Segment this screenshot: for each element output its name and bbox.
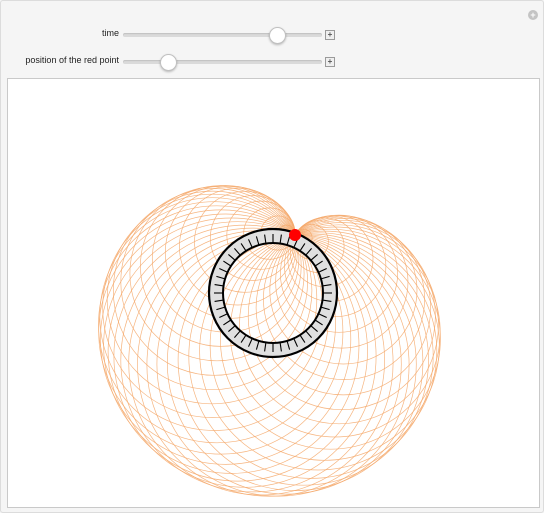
position-slider-track[interactable] [123, 60, 322, 64]
time-slider-track[interactable] [123, 33, 322, 37]
position-expand-icon[interactable]: + [325, 57, 335, 67]
plot-area [7, 78, 540, 508]
time-expand-icon[interactable]: + [325, 30, 335, 40]
time-slider-thumb[interactable] [269, 27, 287, 44]
time-control: time + [1, 25, 341, 45]
demonstration-panel: + time + position of the red point + [0, 0, 544, 513]
red-point [289, 229, 301, 241]
position-label: position of the red point [25, 55, 119, 65]
panel-options-icon[interactable]: + [528, 10, 538, 20]
cardioid-envelope-figure [98, 185, 441, 497]
position-control: position of the red point + [1, 52, 341, 72]
envelope-circle [156, 234, 417, 495]
position-slider-thumb[interactable] [159, 54, 177, 71]
envelope-circle [120, 227, 385, 493]
time-label: time [101, 28, 119, 38]
